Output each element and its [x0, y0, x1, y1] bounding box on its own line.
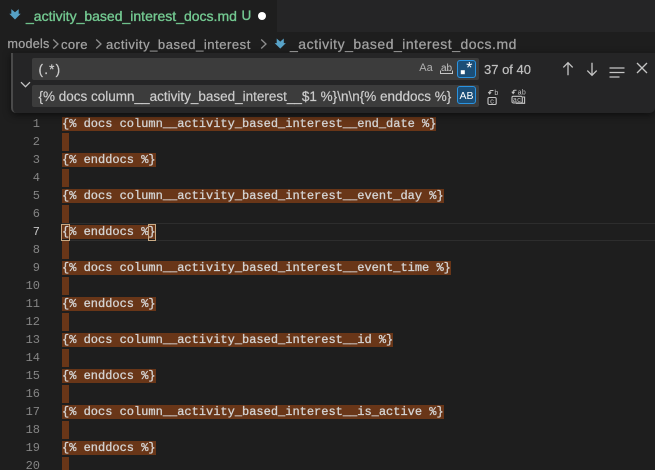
svg-text:c: c [490, 98, 494, 106]
svg-text:ab: ab [441, 63, 453, 74]
svg-text:*: * [464, 61, 474, 77]
svg-text:b: b [494, 90, 498, 98]
svg-text:ac: ac [513, 96, 521, 104]
